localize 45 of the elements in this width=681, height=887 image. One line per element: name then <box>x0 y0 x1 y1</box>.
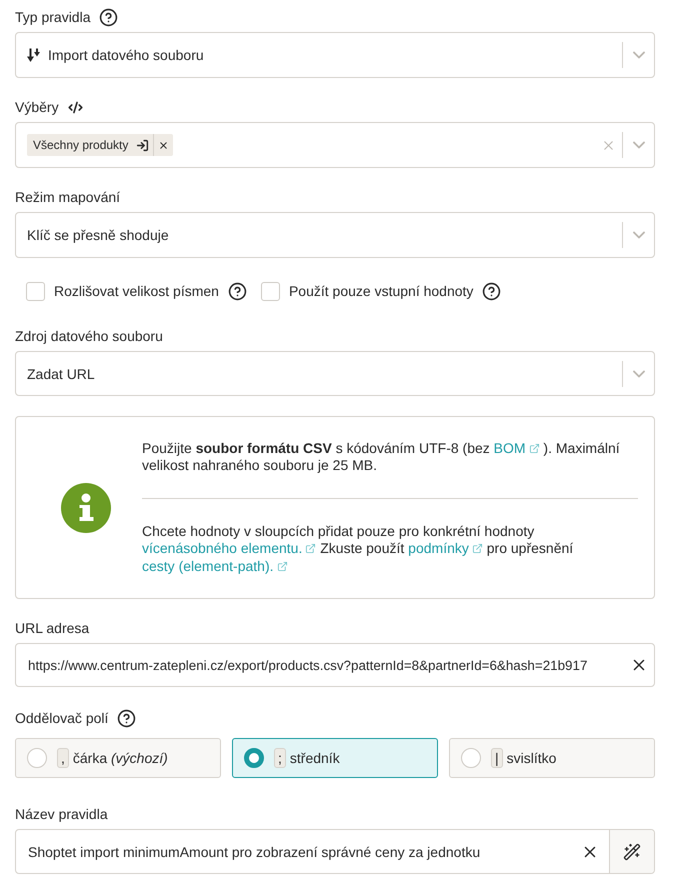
help-icon[interactable] <box>482 282 502 300</box>
info-icon <box>61 482 111 532</box>
checkbox[interactable] <box>260 282 280 300</box>
data-source-select[interactable]: Zadat URL <box>15 351 655 396</box>
magic-wand-button[interactable] <box>609 830 654 873</box>
magic-wand-icon <box>623 842 641 860</box>
close-icon <box>158 140 170 150</box>
field-label: Oddělovač polí <box>15 709 108 728</box>
arrow-into-bracket-icon[interactable] <box>136 138 150 152</box>
tag-label: Všechny produkty <box>32 138 130 152</box>
key-symbol: ; <box>274 748 286 768</box>
field-label: Výběry <box>15 98 59 117</box>
key-symbol: , <box>57 748 69 768</box>
help-icon[interactable] <box>117 708 136 728</box>
field-label: Režim mapování <box>15 188 120 207</box>
external-link-icon <box>472 543 483 554</box>
url-field[interactable]: https://www.centrum-zatepleni.cz/export/products.csv?patternId=8&partnerId=6&hash=21b917 <box>15 643 655 687</box>
external-link-icon <box>305 543 316 554</box>
external-link-icon <box>276 560 288 572</box>
help-icon[interactable] <box>228 282 247 300</box>
rule-name-field[interactable]: Shoptet import minimumAmount pro zobrazení správné ceny za jednotku <box>15 829 655 874</box>
field-label: Název pravidla <box>15 805 108 824</box>
help-icon[interactable] <box>99 8 118 26</box>
info-text: Chcete hodnoty v sloupcích přidat pouze pro konkrétní hodnoty vícenásobného elementu. Zkuste použít podmínky pro upřesnění cesty (element-path). <box>142 522 574 576</box>
rule-type-select[interactable]: Import datového souboru <box>15 32 655 78</box>
field-label: Typ pravidla <box>15 8 90 27</box>
info-text: Použijte soubor formátu CSV s kódováním UTF-8 (bez BOM ). Maximální velikost nahraného souboru je 25 MB. <box>142 440 621 475</box>
separator-option[interactable]: | svislítko <box>449 738 655 778</box>
field-label: URL adresa <box>15 619 90 638</box>
checkbox[interactable] <box>26 282 45 300</box>
external-link-icon <box>528 442 540 454</box>
separator-option[interactable]: ; středník <box>232 738 438 778</box>
option-label: středník <box>290 750 340 766</box>
option-label: svislítko <box>506 750 556 766</box>
key-symbol: | <box>491 748 503 768</box>
field-label: Zdroj datového souboru <box>15 327 163 346</box>
mapping-mode-select[interactable]: Klíč se přesně shoduje <box>15 212 655 258</box>
option-label: čárka (výchozí) <box>72 750 168 766</box>
checkbox-label: Použít pouze vstupní hodnoty <box>288 282 474 301</box>
checkbox-label: Rozlišovat velikost písmen <box>54 282 219 301</box>
separator-option[interactable]: , čárka (výchozí) <box>15 738 221 778</box>
selections-select[interactable]: Všechny produkty <box>15 122 655 168</box>
down-arrows-icon <box>27 48 40 62</box>
code-icon[interactable] <box>68 100 83 114</box>
select-value: Import datového souboru <box>48 47 204 63</box>
